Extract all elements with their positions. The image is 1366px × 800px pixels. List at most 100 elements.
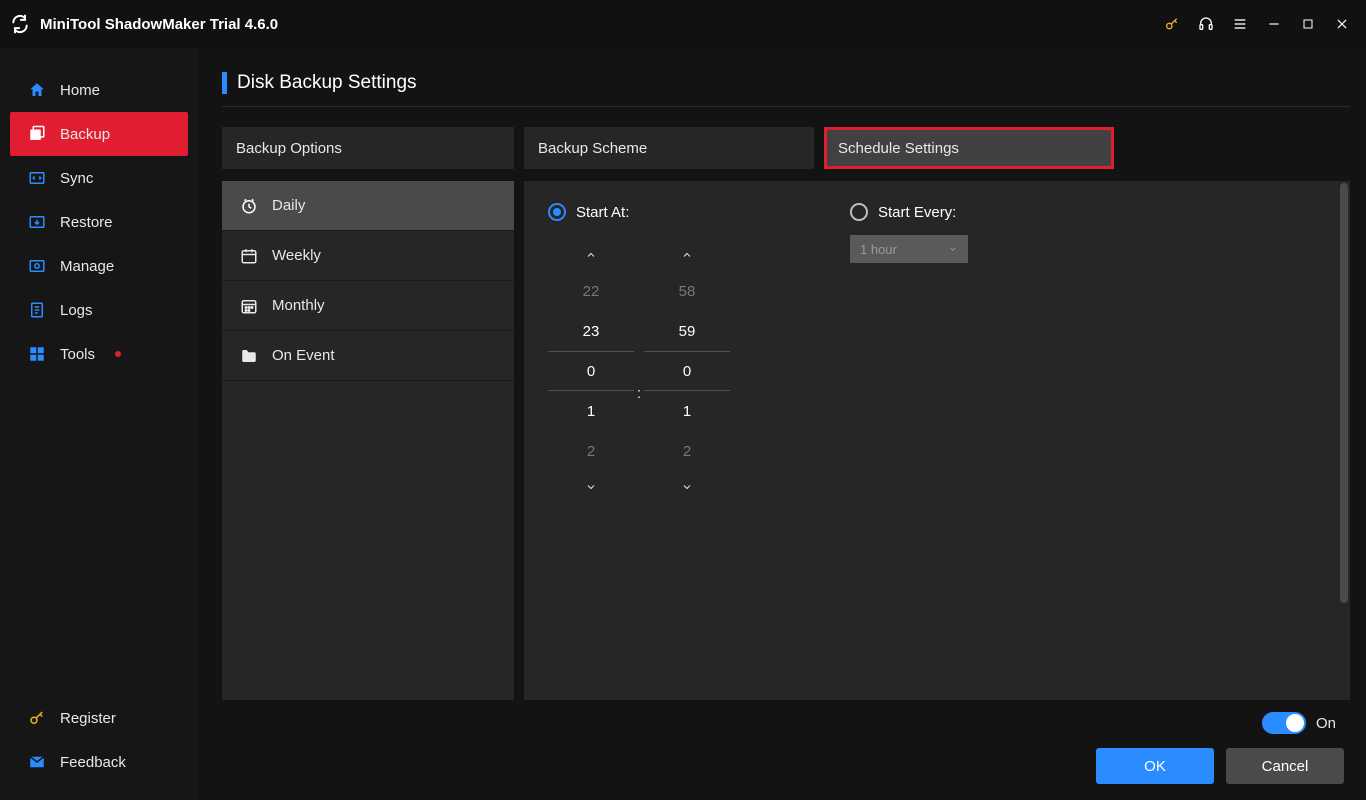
maximize-icon[interactable] [1300,16,1316,32]
sidebar-item-label: Logs [60,302,93,319]
minimize-icon[interactable] [1266,16,1282,32]
radio-checked-icon [548,203,566,221]
tabs-row: Backup Options Backup Scheme Schedule Se… [222,127,1350,169]
panels-row: Daily Weekly Monthly [222,181,1350,700]
sidebar-item-label: Restore [60,214,113,231]
sidebar-nav-top: Home Backup Sync Restore [10,68,188,376]
sidebar-item-label: Manage [60,258,114,275]
time-picker-selected-minute[interactable]: 0 [644,351,730,391]
radio-unchecked-icon [850,203,868,221]
main-content: Disk Backup Settings Backup Options Back… [198,48,1366,800]
start-at-group: Start At: 22 23 0 [548,203,730,503]
schedule-mode-label: Daily [272,197,305,214]
schedule-toggle[interactable] [1262,712,1306,734]
schedule-radio-row: Start At: 22 23 0 [548,203,1326,503]
time-picker-value[interactable]: 59 [644,311,730,351]
schedule-mode-label: On Event [272,347,335,364]
toggle-label: On [1316,715,1336,732]
sidebar-item-label: Feedback [60,754,126,771]
time-picker-value[interactable]: 2 [548,431,634,471]
time-picker-minutes: 58 59 0 1 2 [644,239,730,503]
cancel-button[interactable]: Cancel [1226,748,1344,784]
tab-label: Schedule Settings [838,140,959,157]
radio-start-every[interactable]: Start Every: [850,203,968,221]
sidebar-item-tools[interactable]: Tools [10,332,188,376]
sidebar: Home Backup Sync Restore [0,48,198,800]
time-picker-value[interactable]: 2 [644,431,730,471]
schedule-mode-weekly[interactable]: Weekly [222,231,514,281]
schedule-mode-on-event[interactable]: On Event [222,331,514,381]
radio-label: Start At: [576,204,629,221]
sidebar-item-label: Tools [60,346,95,363]
start-every-group: Start Every: 1 hour [850,203,968,503]
time-picker-value[interactable]: 1 [644,391,730,431]
minutes-down-button[interactable] [644,471,730,503]
footer-row-toggle: On [222,700,1350,734]
tab-schedule-settings[interactable]: Schedule Settings [824,127,1114,169]
hours-up-button[interactable] [548,239,634,271]
time-picker-value[interactable]: 22 [548,271,634,311]
calendar-week-icon [240,247,258,265]
sidebar-item-manage[interactable]: Manage [10,244,188,288]
hours-down-button[interactable] [548,471,634,503]
menu-icon[interactable] [1232,16,1248,32]
sidebar-item-label: Sync [60,170,93,187]
app-logo-icon [10,14,30,34]
close-icon[interactable] [1334,16,1350,32]
schedule-mode-label: Monthly [272,297,325,314]
manage-icon [28,257,46,275]
sidebar-item-backup[interactable]: Backup [10,112,188,156]
sidebar-nav-bottom: Register Feedback [10,696,188,784]
key-icon[interactable] [1164,16,1180,32]
ok-button[interactable]: OK [1096,748,1214,784]
sidebar-item-label: Register [60,710,116,727]
sidebar-item-home[interactable]: Home [10,68,188,112]
time-picker-value[interactable]: 23 [548,311,634,351]
schedule-detail-panel: Start At: 22 23 0 [524,181,1350,700]
minutes-up-button[interactable] [644,239,730,271]
sidebar-item-restore[interactable]: Restore [10,200,188,244]
mail-icon [28,753,46,771]
sidebar-item-sync[interactable]: Sync [10,156,188,200]
chevron-down-icon [948,244,958,254]
logs-icon [28,301,46,319]
scrollbar[interactable] [1340,183,1348,603]
schedule-mode-monthly[interactable]: Monthly [222,281,514,331]
time-picker: 22 23 0 1 2 : [548,239,730,503]
toggle-knob-icon [1286,714,1304,732]
tab-backup-scheme[interactable]: Backup Scheme [524,127,814,169]
notification-dot-icon [115,351,121,357]
sidebar-item-register[interactable]: Register [10,696,188,740]
tab-backup-options[interactable]: Backup Options [222,127,514,169]
titlebar-left: MiniTool ShadowMaker Trial 4.6.0 [10,14,278,34]
sidebar-item-label: Backup [60,126,110,143]
tools-icon [28,345,46,363]
sidebar-item-label: Home [60,82,100,99]
page-title-accent-icon [222,72,227,94]
titlebar-right [1164,16,1350,32]
radio-label: Start Every: [878,204,956,221]
sidebar-item-logs[interactable]: Logs [10,288,188,332]
app-title: MiniTool ShadowMaker Trial 4.6.0 [40,16,278,33]
tab-label: Backup Scheme [538,140,647,157]
page-title-row: Disk Backup Settings [222,72,1350,107]
page-title: Disk Backup Settings [237,72,417,94]
time-picker-separator: : [634,385,644,402]
schedule-mode-label: Weekly [272,247,321,264]
calendar-month-icon [240,297,258,315]
start-every-select[interactable]: 1 hour [850,235,968,263]
time-picker-value[interactable]: 1 [548,391,634,431]
headset-icon[interactable] [1198,16,1214,32]
time-picker-selected-hour[interactable]: 0 [548,351,634,391]
register-key-icon [28,709,46,727]
backup-icon [28,125,46,143]
tab-label: Backup Options [236,140,342,157]
time-picker-hours: 22 23 0 1 2 [548,239,634,503]
schedule-mode-daily[interactable]: Daily [222,181,514,231]
sidebar-item-feedback[interactable]: Feedback [10,740,188,784]
clock-icon [240,197,258,215]
home-icon [28,81,46,99]
radio-start-at[interactable]: Start At: [548,203,730,221]
schedule-modes-panel: Daily Weekly Monthly [222,181,514,700]
time-picker-value[interactable]: 58 [644,271,730,311]
